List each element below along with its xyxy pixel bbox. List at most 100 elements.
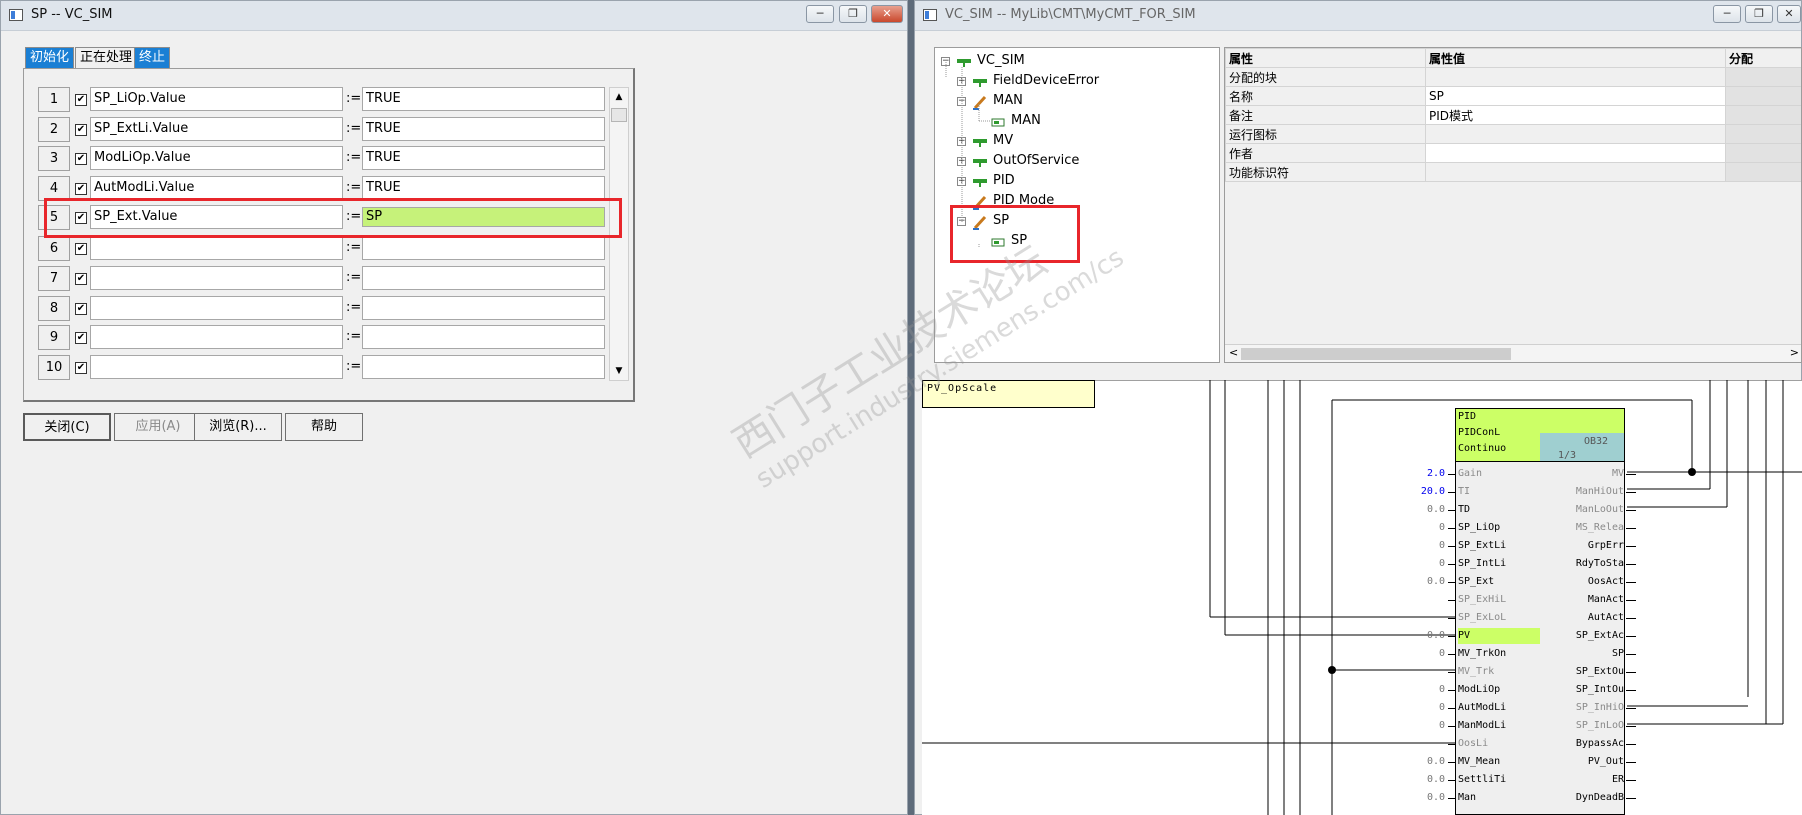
h-scroll-thumb[interactable]: [1241, 348, 1511, 360]
row-value-field[interactable]: [362, 296, 605, 320]
apply-button[interactable]: 应用(A): [114, 413, 202, 441]
row-enable-checkbox[interactable]: ✔: [75, 183, 87, 195]
property-row[interactable]: 名称 SP: [1225, 86, 1801, 106]
pin-output-label[interactable]: AutAct: [1540, 610, 1624, 626]
tab-terminate[interactable]: 终止: [134, 47, 171, 69]
pin-input-value[interactable]: [1385, 610, 1445, 626]
pin-output-label[interactable]: SP_InHiO: [1540, 700, 1624, 716]
restore-button[interactable]: ❐: [1745, 5, 1773, 23]
pin-input-label[interactable]: SP_ExLoL: [1458, 610, 1538, 626]
row-number[interactable]: 6: [38, 236, 70, 261]
row-target-field[interactable]: [90, 236, 343, 260]
pin-input-label[interactable]: ModLiOp: [1458, 682, 1538, 698]
pin-input-label[interactable]: MV_Trk: [1458, 664, 1538, 680]
close-window-button[interactable]: ✕: [1777, 5, 1801, 23]
col-header-value[interactable]: 属性值: [1425, 48, 1726, 68]
close-button[interactable]: 关闭(C): [23, 413, 111, 441]
pin-input-label[interactable]: Man: [1458, 790, 1538, 806]
row-enable-checkbox[interactable]: ✔: [75, 303, 87, 315]
row-value-field[interactable]: TRUE: [362, 117, 605, 141]
pin-input-label[interactable]: AutModLi: [1458, 700, 1538, 716]
scroll-thumb[interactable]: [611, 108, 627, 122]
pin-input-value[interactable]: 0: [1385, 646, 1445, 662]
row-number[interactable]: 2: [38, 117, 70, 142]
property-assign[interactable]: [1725, 162, 1801, 182]
property-assign[interactable]: [1725, 124, 1801, 144]
pin-output-label[interactable]: OosAct: [1540, 574, 1624, 590]
row-target-field[interactable]: SP_ExtLi.Value: [90, 117, 343, 141]
property-assign[interactable]: [1725, 105, 1801, 125]
tab-processing[interactable]: 正在处理: [75, 47, 138, 69]
pin-input-value[interactable]: 0: [1385, 700, 1445, 716]
property-value[interactable]: [1425, 124, 1726, 144]
pin-input-label[interactable]: SP_LiOp: [1458, 520, 1538, 536]
pin-output-label[interactable]: ManAct: [1540, 592, 1624, 608]
pin-output-label[interactable]: SP_IntOu: [1540, 682, 1624, 698]
row-enable-checkbox[interactable]: ✔: [75, 153, 87, 165]
horizontal-scrollbar[interactable]: < >: [1225, 344, 1801, 362]
pin-input-value[interactable]: 0.0: [1385, 502, 1445, 518]
pin-input-value[interactable]: [1385, 736, 1445, 752]
tree-node[interactable]: MAN: [1011, 112, 1041, 130]
scroll-up-arrow[interactable]: ▲: [610, 88, 628, 106]
property-row[interactable]: 分配的块: [1225, 67, 1801, 87]
pin-input-value[interactable]: 20.0: [1385, 484, 1445, 500]
restore-button[interactable]: ❐: [839, 5, 867, 23]
pin-input-value[interactable]: 0.0: [1385, 754, 1445, 770]
pin-input-value[interactable]: [1385, 664, 1445, 680]
property-row[interactable]: 运行图标: [1225, 124, 1801, 144]
pin-output-label[interactable]: DynDeadB: [1540, 790, 1624, 806]
pin-output-label[interactable]: GrpErr: [1540, 538, 1624, 554]
col-header-assign[interactable]: 分配: [1725, 48, 1801, 68]
minimize-button[interactable]: ─: [806, 5, 834, 23]
pin-output-label[interactable]: SP: [1540, 646, 1624, 662]
row-enable-checkbox[interactable]: ✔: [75, 332, 87, 344]
row-target-field[interactable]: [90, 355, 343, 379]
row-value-field[interactable]: [362, 325, 605, 349]
pin-input-label[interactable]: SP_ExHiL: [1458, 592, 1538, 608]
pin-output-label[interactable]: ManHiOut: [1540, 484, 1624, 500]
property-value[interactable]: [1425, 143, 1726, 163]
pin-output-label[interactable]: SP_ExtOu: [1540, 664, 1624, 680]
tab-init[interactable]: 初始化: [25, 47, 75, 69]
row-value-field[interactable]: TRUE: [362, 146, 605, 170]
row-value-field[interactable]: TRUE: [362, 176, 605, 200]
row-number[interactable]: 1: [38, 87, 70, 112]
row-value-field[interactable]: [362, 236, 605, 260]
pin-input-label[interactable]: Gain: [1458, 466, 1538, 482]
pin-input-label[interactable]: OosLi: [1458, 736, 1538, 752]
row-value-field[interactable]: [362, 266, 605, 290]
row-target-field[interactable]: AutModLi.Value: [90, 176, 343, 200]
pin-output-label[interactable]: MS_Relea: [1540, 520, 1624, 536]
property-row[interactable]: 备注 PID模式: [1225, 105, 1801, 125]
pin-input-label[interactable]: TD: [1458, 502, 1538, 518]
property-row[interactable]: 作者: [1225, 143, 1801, 163]
row-target-field[interactable]: [90, 266, 343, 290]
pin-input-value[interactable]: 0.0: [1385, 790, 1445, 806]
pin-input-label[interactable]: TI: [1458, 484, 1538, 500]
property-row[interactable]: 功能标识符: [1225, 162, 1801, 182]
pin-input-label[interactable]: SP_IntLi: [1458, 556, 1538, 572]
pin-output-label[interactable]: RdyToSta: [1540, 556, 1624, 572]
pin-output-label[interactable]: SP_InLoO: [1540, 718, 1624, 734]
pin-input-label[interactable]: SettliTi: [1458, 772, 1538, 788]
row-number[interactable]: 9: [38, 325, 70, 350]
property-assign[interactable]: [1725, 86, 1801, 106]
pin-input-value[interactable]: 2.0: [1385, 466, 1445, 482]
pin-output-label[interactable]: PV_Out: [1540, 754, 1624, 770]
row-target-field[interactable]: SP_LiOp.Value: [90, 87, 343, 111]
property-value[interactable]: PID模式: [1425, 105, 1726, 125]
pin-input-label[interactable]: MV_Mean: [1458, 754, 1538, 770]
row-number[interactable]: 7: [38, 266, 70, 291]
pin-output-label[interactable]: BypassAc: [1540, 736, 1624, 752]
close-window-button[interactable]: ✕: [871, 5, 903, 23]
property-assign[interactable]: [1725, 143, 1801, 163]
pin-input-value[interactable]: 0: [1385, 682, 1445, 698]
row-enable-checkbox[interactable]: ✔: [75, 362, 87, 374]
property-assign[interactable]: [1725, 67, 1801, 87]
row-number[interactable]: 10: [38, 355, 70, 380]
property-value[interactable]: SP: [1425, 86, 1726, 106]
row-value-field[interactable]: TRUE: [362, 87, 605, 111]
browse-button[interactable]: 浏览(R)...: [194, 413, 282, 441]
row-target-field[interactable]: [90, 325, 343, 349]
